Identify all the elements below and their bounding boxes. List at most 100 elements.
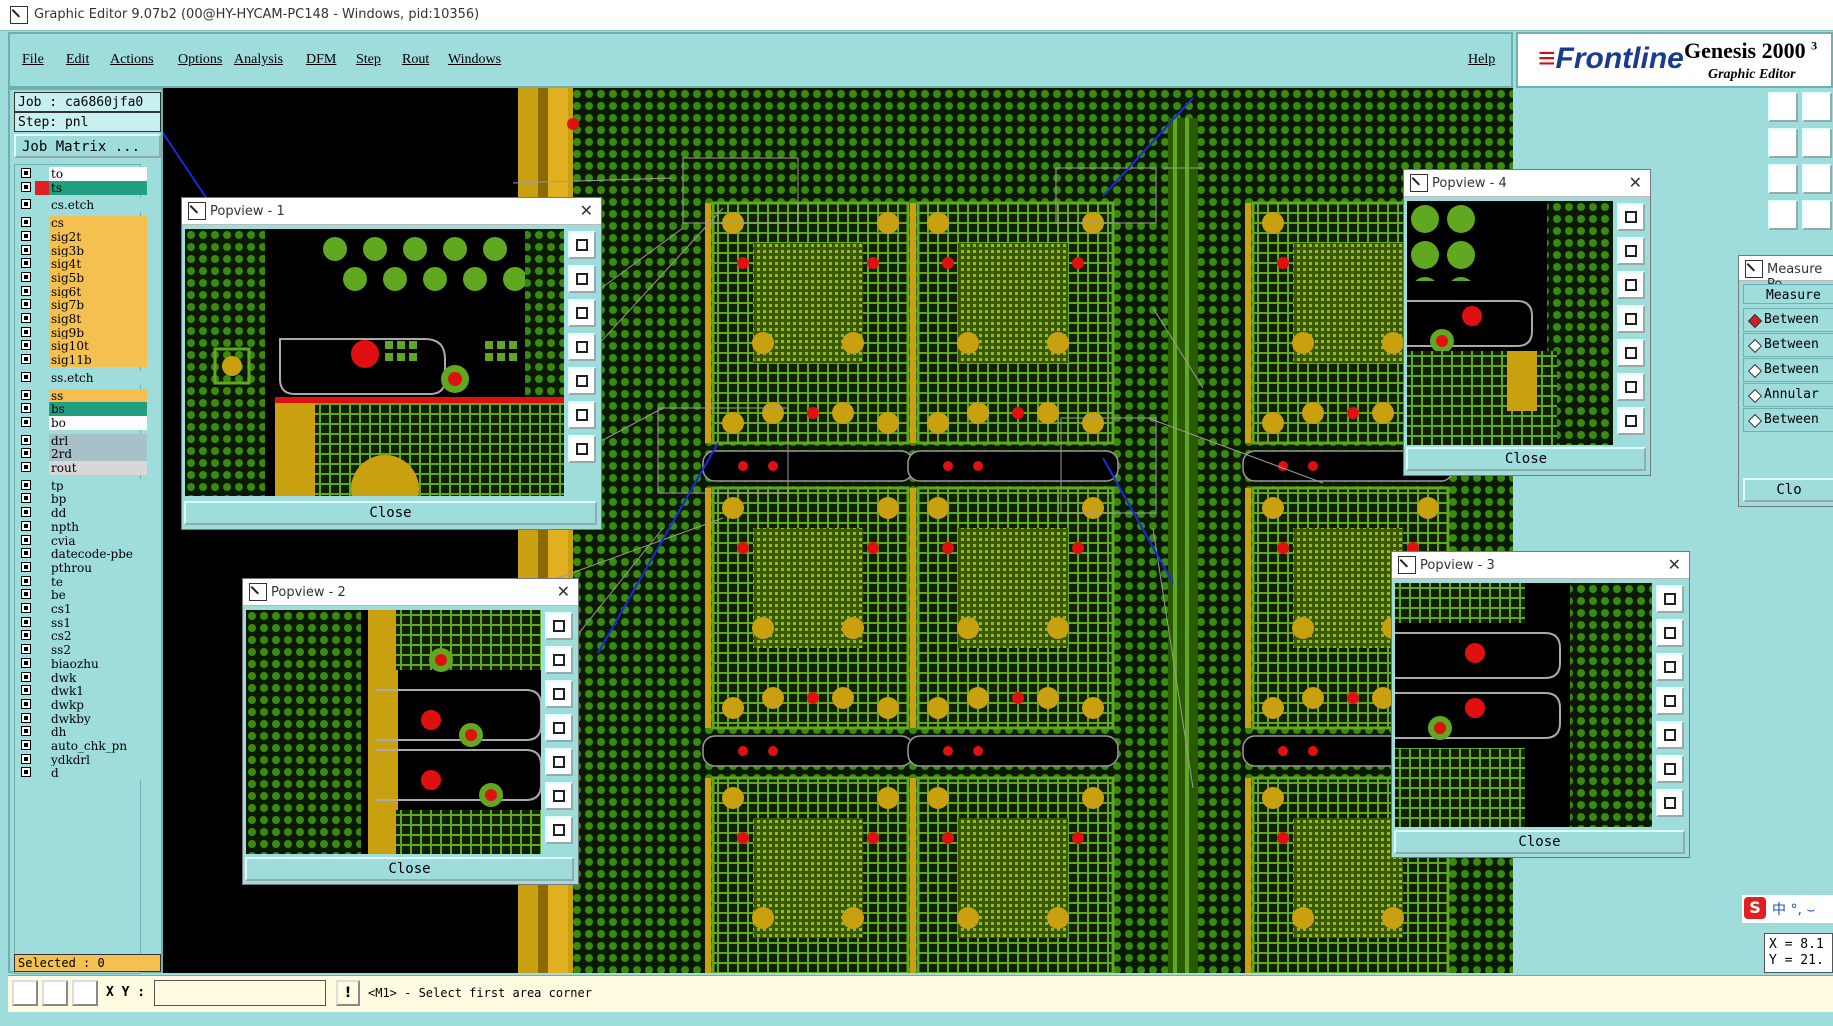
layer-checkbox[interactable]: [21, 575, 31, 586]
zoom-in-icon[interactable]: [545, 646, 573, 674]
layer-to[interactable]: to: [17, 167, 147, 181]
menu-actions[interactable]: Actions: [110, 52, 154, 68]
tools-icon[interactable]: [1768, 200, 1798, 230]
layer-tp[interactable]: tp: [17, 478, 147, 493]
layer-checkbox[interactable]: [21, 712, 31, 723]
layer-sig10t[interactable]: sig10t: [17, 339, 147, 354]
pan-right-icon[interactable]: [1617, 339, 1645, 367]
measure-close-button[interactable]: Clo: [1743, 478, 1833, 502]
layer-checkbox[interactable]: [21, 753, 31, 764]
close-icon[interactable]: ✕: [580, 201, 593, 220]
layer-checkbox[interactable]: [21, 299, 31, 310]
layer-checkbox[interactable]: [21, 507, 31, 518]
pan-left-icon[interactable]: [545, 714, 573, 742]
layer-checkbox[interactable]: [21, 644, 31, 655]
layer-checkbox[interactable]: [21, 199, 31, 210]
layer-dwk[interactable]: dwk: [17, 670, 147, 685]
layer-ts[interactable]: ts: [17, 180, 147, 195]
popview-4-view[interactable]: [1407, 201, 1613, 445]
popview-4-close-button[interactable]: Close: [1406, 447, 1646, 471]
layer-checkbox[interactable]: [21, 767, 31, 778]
layer-drl[interactable]: drl: [17, 433, 147, 448]
layer-checkbox[interactable]: [21, 285, 31, 296]
measure-option-4[interactable]: Annular: [1743, 383, 1833, 407]
layer-npth[interactable]: npth: [17, 519, 147, 534]
layer-ss[interactable]: ss: [17, 388, 147, 403]
layer-cvia[interactable]: cvia: [17, 533, 147, 548]
pan-right-icon[interactable]: [1656, 721, 1684, 749]
pan-left-icon[interactable]: [1617, 305, 1645, 333]
layer-dwkby[interactable]: dwkby: [17, 711, 147, 726]
zoom-box-icon[interactable]: [1656, 585, 1684, 613]
layer-bp[interactable]: bp: [17, 492, 147, 507]
measure-option-2[interactable]: Between: [1743, 333, 1833, 357]
layer-checkbox[interactable]: [21, 354, 31, 365]
layer-datecode-pbe[interactable]: datecode-pbe: [17, 547, 147, 562]
layer-dd[interactable]: dd: [17, 506, 147, 521]
layer-2rd[interactable]: 2rd: [17, 447, 147, 462]
layer-checkbox[interactable]: [21, 244, 31, 255]
layer-checkbox[interactable]: [21, 589, 31, 600]
layer-checkbox[interactable]: [21, 181, 31, 192]
pan-right-icon[interactable]: [545, 748, 573, 776]
layer-checkbox[interactable]: [21, 340, 31, 351]
layer-pthrou[interactable]: pthrou: [17, 560, 147, 575]
menu-dfm[interactable]: DFM: [306, 52, 336, 68]
options-icon[interactable]: [1802, 200, 1832, 230]
popview-2-view[interactable]: [246, 610, 541, 854]
center-icon[interactable]: [545, 816, 573, 844]
close-icon[interactable]: ✕: [557, 582, 570, 601]
layer-d[interactable]: d: [17, 766, 147, 781]
layer-sig4t[interactable]: sig4t: [17, 257, 147, 272]
layer-checkbox[interactable]: [21, 326, 31, 337]
layer-checkbox[interactable]: [21, 740, 31, 750]
layer-checkbox[interactable]: [21, 548, 31, 559]
layer-checkbox[interactable]: [21, 630, 31, 641]
snap-icon[interactable]: [12, 980, 38, 1006]
layer-checkbox[interactable]: [21, 493, 31, 504]
layer-dwk1[interactable]: dwk1: [17, 684, 147, 699]
measure-icon[interactable]: [42, 980, 68, 1006]
center-icon[interactable]: [1617, 407, 1645, 435]
warning-button[interactable]: !: [336, 980, 360, 1006]
layer-ss2[interactable]: ss2: [17, 643, 147, 658]
layer-ydkdrl[interactable]: ydkdrl: [17, 752, 147, 767]
layer-checkbox[interactable]: [21, 371, 31, 382]
center-icon[interactable]: [1802, 164, 1832, 194]
close-icon[interactable]: ✕: [1629, 173, 1642, 192]
menu-rout[interactable]: Rout: [402, 52, 429, 68]
layer-be[interactable]: be: [17, 588, 147, 603]
grid-icon[interactable]: [72, 980, 98, 1006]
zoom-in-icon[interactable]: [1802, 92, 1832, 122]
pan-right-icon[interactable]: [568, 367, 596, 395]
job-matrix-button[interactable]: Job Matrix ...: [14, 134, 161, 158]
menu-help[interactable]: Help: [1468, 52, 1495, 68]
layer-checkbox[interactable]: [21, 561, 31, 572]
layer-checkbox[interactable]: [21, 479, 31, 490]
menu-options[interactable]: Options: [178, 52, 222, 68]
zoom-in-icon[interactable]: [568, 265, 596, 293]
layer-sig5b[interactable]: sig5b: [17, 270, 147, 285]
measure-option-1[interactable]: Between: [1743, 308, 1833, 332]
layer-checkbox[interactable]: [21, 313, 31, 323]
zoom-out-icon[interactable]: [545, 680, 573, 708]
zoom-box-icon[interactable]: [568, 231, 596, 259]
layer-checkbox[interactable]: [21, 698, 31, 709]
layer-sig7b[interactable]: sig7b: [17, 298, 147, 313]
layer-te[interactable]: te: [17, 574, 147, 589]
zoom-out-icon[interactable]: [568, 299, 596, 327]
layer-checkbox[interactable]: [21, 616, 31, 627]
menu-step[interactable]: Step: [356, 52, 381, 68]
layer-checkbox[interactable]: [21, 685, 31, 696]
layer-sig2t[interactable]: sig2t: [17, 229, 147, 244]
layer-checkbox[interactable]: [21, 462, 31, 472]
layer-checkbox[interactable]: [21, 726, 31, 737]
ime-indicator[interactable]: S 中 °, ⌣: [1742, 895, 1833, 923]
menu-windows[interactable]: Windows: [448, 52, 501, 68]
menu-edit[interactable]: Edit: [66, 52, 89, 68]
zoom-in-icon[interactable]: [1617, 237, 1645, 265]
center-icon[interactable]: [1656, 789, 1684, 817]
layer-checkbox[interactable]: [21, 271, 31, 282]
layer-checkbox[interactable]: [21, 258, 31, 269]
layer-cs1[interactable]: cs1: [17, 602, 147, 616]
